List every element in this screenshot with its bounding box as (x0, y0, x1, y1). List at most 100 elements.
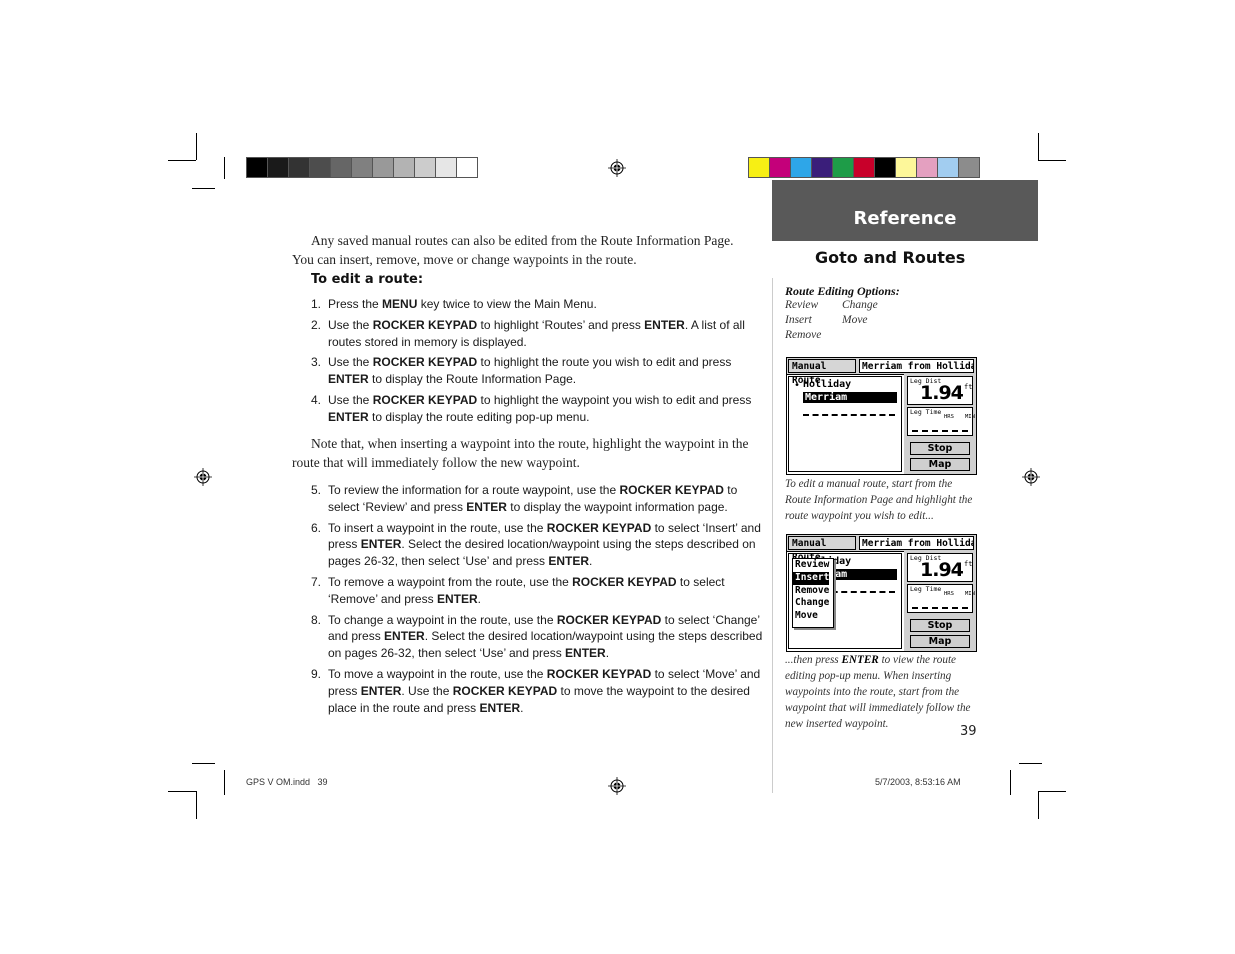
color-swatch (749, 158, 769, 177)
screenshot-caption: To edit a manual route, start from the R… (785, 478, 973, 522)
screen-tabs: Manual Route Merriam from Holliday (787, 358, 976, 386)
step-number: 3. (311, 355, 322, 370)
route-name-field[interactable]: Merriam from Holliday (859, 359, 974, 373)
leg-time-field: Leg Time HRS MIN (907, 584, 975, 613)
step-text: Use the ROCKER KEYPAD to highlight the r… (328, 355, 732, 387)
step-text: To move a waypoint in the route, use the… (328, 666, 761, 715)
crop-mark (168, 160, 196, 161)
step-number: 5. (311, 483, 322, 497)
step-text: To review the information for a route wa… (328, 483, 738, 514)
crop-mark (1038, 791, 1039, 819)
color-swatch (917, 158, 937, 177)
page-number: 39 (960, 724, 977, 739)
color-swatch (247, 158, 267, 177)
color-swatch (415, 158, 435, 177)
waypoint-item-selected[interactable]: Merriam (803, 392, 897, 403)
color-swatch (394, 158, 414, 177)
crop-mark (196, 791, 197, 819)
stop-button[interactable]: Stop (910, 442, 970, 455)
stop-button[interactable]: Stop (910, 619, 970, 632)
popup-item-insert[interactable]: Insert (793, 571, 829, 585)
color-swatch (268, 158, 288, 177)
option-change: Change (842, 299, 878, 311)
color-swatch (310, 158, 330, 177)
steps-list: 1. Press the MENU key twice to view the M… (311, 296, 763, 430)
leg-dist-unit: ft (964, 560, 973, 568)
screen-tabs: Manual Route Merriam from Holliday (787, 535, 976, 563)
intro-paragraph: Any saved manual routes can also be edit… (292, 233, 734, 267)
crop-mark (196, 133, 197, 160)
color-calibration-bar (748, 157, 980, 178)
step-text: To change a waypoint in the route, use t… (328, 612, 763, 661)
step-number: 9. (311, 666, 322, 681)
registration-mark-icon (194, 468, 212, 486)
data-panel: Leg Dist 1.94 ft Leg Time HRS MIN Stop M… (904, 551, 976, 651)
leg-time-field: Leg Time HRS MIN (907, 407, 975, 436)
step-number: 4. (311, 392, 322, 407)
step-item: 1. Press the MENU key twice to view the M… (311, 296, 763, 313)
crop-mark (1010, 157, 1011, 179)
leg-time-value (912, 607, 968, 609)
data-panel: Leg Dist 1.94 ft Leg Time HRS MIN Stop M… (904, 374, 976, 474)
color-swatch (959, 158, 979, 177)
option-remove: Remove (785, 329, 822, 341)
map-button[interactable]: Map (910, 635, 970, 648)
page-title: Goto and Routes (815, 248, 966, 267)
tab-manual-route[interactable]: Manual Route (788, 359, 856, 386)
leg-time-label: Leg Time (910, 585, 942, 593)
route-name-field[interactable]: Merriam from Holliday (859, 536, 974, 550)
leg-dist-value: 1.94 (920, 559, 964, 581)
color-swatch (854, 158, 874, 177)
tab-manual-route[interactable]: Manual Route (788, 536, 856, 563)
crop-mark (168, 791, 196, 792)
map-button[interactable]: Map (910, 458, 970, 471)
step-text: Use the ROCKER KEYPAD to highlight ‘Rout… (328, 317, 745, 349)
popup-item-move[interactable]: Move (793, 610, 833, 623)
waypoint-item[interactable]: Holliday (803, 379, 851, 390)
color-swatch (352, 158, 372, 177)
route-edit-popup-menu: Review Insert Remove Change Move (792, 558, 834, 628)
crop-mark (1038, 791, 1066, 792)
waypoint-list: • Holliday Merriam (788, 376, 902, 472)
registration-mark-icon (608, 777, 626, 795)
leg-dist-field: Leg Dist 1.94 ft (907, 376, 973, 405)
steps-list: 5. To review the information for a route … (311, 482, 763, 720)
step-text: Use the ROCKER KEYPAD to highlight the w… (328, 392, 752, 424)
color-swatch (457, 158, 477, 177)
step-number: 2. (311, 317, 322, 332)
crop-mark (1038, 133, 1039, 160)
min-label: MIN (965, 414, 975, 420)
color-swatch (791, 158, 811, 177)
empty-waypoint-slot[interactable] (803, 414, 895, 416)
step-item: 9. To move a waypoint in the route, use t… (311, 666, 763, 716)
registration-mark-icon (1022, 468, 1040, 486)
option-insert: Insert (785, 314, 812, 326)
color-swatch (770, 158, 790, 177)
gps-screenshot-edit-popup: Manual Route Merriam from Holliday Holli… (786, 534, 977, 652)
step-text: To remove a waypoint from the route, use… (328, 574, 725, 606)
popup-item-change[interactable]: Change (793, 597, 833, 610)
screenshot-caption: ...then press ENTER to view the route ed… (785, 652, 980, 732)
caption-text: ...then press (785, 654, 842, 666)
leg-time-value (912, 430, 968, 432)
leg-dist-value: 1.94 (920, 382, 964, 404)
step-number: 8. (311, 612, 322, 627)
crop-mark (224, 770, 225, 795)
color-swatch (875, 158, 895, 177)
step-item: 7. To remove a waypoint from the route, u… (311, 574, 763, 608)
step-number: 7. (311, 574, 322, 589)
crop-mark (1038, 160, 1066, 161)
step-item: 8. To change a waypoint in the route, use… (311, 612, 763, 662)
color-swatch (938, 158, 958, 177)
footer-timestamp: 5/7/2003, 8:53:16 AM (875, 777, 961, 787)
min-label: MIN (965, 591, 975, 597)
color-swatch (436, 158, 456, 177)
caption-key: ENTER (841, 654, 879, 666)
crop-mark (1010, 770, 1011, 795)
color-swatch (896, 158, 916, 177)
options-list: Review Change Insert Move Remove (785, 298, 902, 342)
active-bullet-icon: • (794, 380, 801, 391)
color-swatch (833, 158, 853, 177)
popup-item-review[interactable]: Review (793, 559, 833, 572)
popup-item-remove[interactable]: Remove (793, 585, 833, 598)
